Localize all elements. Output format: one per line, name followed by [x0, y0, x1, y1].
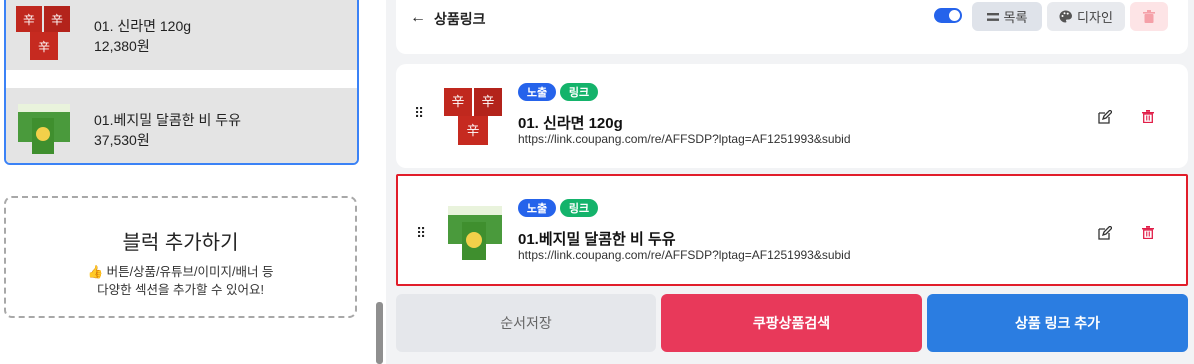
palette-icon: [1059, 10, 1073, 23]
svg-text:辛: 辛: [38, 40, 50, 54]
delete-block-button[interactable]: [1130, 2, 1168, 31]
add-block-description: 👍 버튼/상품/유튜브/이미지/배너 등 다양한 섹션을 추가할 수 있어요!: [6, 263, 355, 299]
list-view-button[interactable]: 목록: [972, 2, 1042, 31]
scrollbar-thumb[interactable]: [376, 302, 383, 364]
product-link-card-selected[interactable]: ⠿ 노출 링크 01.베지밀 달콤한 비 두유 https://link.cou…: [396, 174, 1188, 286]
add-block-desc-line2: 다양한 섹션을 추가할 수 있어요!: [97, 283, 264, 297]
edit-icon[interactable]: [1098, 110, 1112, 124]
preview-item-name: 01.베지밀 달콤한 비 두유: [94, 112, 242, 128]
card-title: 01. 신라면 120g: [518, 115, 623, 132]
add-block-desc-line1: 👍 버튼/상품/유튜브/이미지/배너 등: [87, 265, 274, 279]
card-url: https://link.coupang.com/re/AFFSDP?lptag…: [518, 248, 851, 262]
page-title: 상품링크: [434, 11, 486, 27]
preview-item[interactable]: 01.베지밀 달콤한 비 두유 37,530원: [6, 88, 357, 163]
svg-text:辛: 辛: [451, 94, 464, 109]
trash-icon[interactable]: [1142, 110, 1154, 123]
add-block-title: 블럭 추가하기: [122, 232, 239, 254]
visible-badge: 노출: [518, 199, 556, 217]
svg-text:辛: 辛: [481, 94, 494, 109]
coupang-search-button[interactable]: 쿠팡상품검색: [661, 294, 922, 352]
soymilk-product-image: [18, 104, 70, 154]
preview-panel: 辛 辛 辛 01. 신라면 120g 12,380원 01.베지밀 달콤한 비 …: [0, 0, 383, 364]
editor-panel: ← 상품링크 목록 디자인 ⠿ 辛 辛 辛 노출 링크 01. 신라면 120g…: [386, 0, 1194, 364]
add-product-link-button[interactable]: 상품 링크 추가: [927, 294, 1188, 352]
trash-icon: [1143, 10, 1155, 23]
back-arrow-icon[interactable]: ←: [410, 9, 426, 27]
ramen-product-image: 辛 辛 辛: [16, 6, 70, 60]
preview-item[interactable]: 辛 辛 辛 01. 신라면 120g 12,380원: [6, 0, 357, 70]
trash-icon[interactable]: [1142, 226, 1154, 239]
visibility-toggle[interactable]: [934, 8, 962, 23]
preview-item-name: 01. 신라면 120g: [94, 18, 192, 34]
list-view-label: 목록: [1003, 10, 1028, 25]
design-button[interactable]: 디자인: [1047, 2, 1125, 31]
svg-text:辛: 辛: [23, 13, 35, 27]
ramen-product-image: 辛 辛 辛: [444, 88, 502, 145]
drag-handle-icon[interactable]: ⠿: [416, 226, 426, 240]
card-url: https://link.coupang.com/re/AFFSDP?lptag…: [518, 132, 851, 146]
link-badge: 링크: [560, 83, 598, 101]
preview-item-price: 37,530원: [94, 132, 150, 148]
list-icon: [986, 12, 999, 21]
product-preview-block[interactable]: 辛 辛 辛 01. 신라면 120g 12,380원 01.베지밀 달콤한 비 …: [4, 0, 359, 165]
visible-badge: 노출: [518, 83, 556, 101]
soymilk-product-image: [448, 206, 502, 260]
editor-topbar: ← 상품링크 목록 디자인: [396, 0, 1188, 54]
link-badge: 링크: [560, 199, 598, 217]
preview-item-price: 12,380원: [94, 38, 150, 54]
svg-text:辛: 辛: [51, 13, 63, 27]
card-title: 01.베지밀 달콤한 비 두유: [518, 231, 676, 248]
design-label: 디자인: [1077, 10, 1113, 25]
edit-icon[interactable]: [1098, 226, 1112, 240]
product-link-card[interactable]: ⠿ 辛 辛 辛 노출 링크 01. 신라면 120g https://link.…: [396, 64, 1188, 168]
add-block-button[interactable]: 블럭 추가하기 👍 버튼/상품/유튜브/이미지/배너 등 다양한 섹션을 추가할…: [4, 196, 357, 318]
save-order-button[interactable]: 순서저장: [396, 294, 656, 352]
drag-handle-icon[interactable]: ⠿: [414, 106, 424, 120]
svg-text:辛: 辛: [466, 123, 479, 138]
